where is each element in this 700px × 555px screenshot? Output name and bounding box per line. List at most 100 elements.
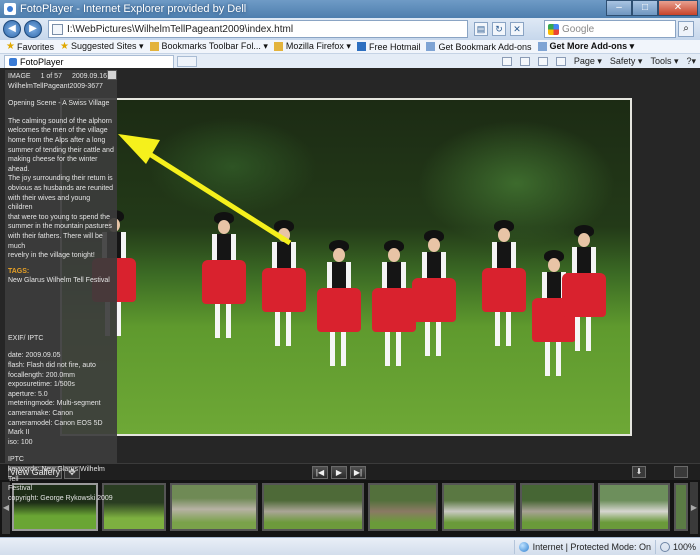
favorites-star-icon: ★: [6, 41, 15, 52]
panel-toggle-button[interactable]: [107, 70, 117, 80]
window-controls: – □ ✕: [606, 0, 698, 16]
fav-label: Suggested Sites ▾: [70, 41, 144, 51]
favorites-button[interactable]: ★ Favorites: [6, 41, 54, 52]
tab-page-icon: [9, 57, 17, 66]
description-line: with their wives and young children: [8, 194, 91, 212]
info-panel: IMAGE 1 of 57 2009.09.16 WilhelmTellPage…: [5, 70, 117, 502]
favorites-bar: ★ Favorites ★ Suggested Sites ▾ Bookmark…: [0, 40, 700, 54]
exif-line: date: 2009.09.05: [8, 352, 61, 360]
status-bar: Internet | Protected Mode: On 100%: [0, 537, 700, 555]
page-icon: [52, 23, 63, 35]
address-toolbar: ◀ ▶ I:\WebPictures\WilhelmTellPageant200…: [0, 18, 700, 40]
exif-line: aperture: 5.0: [8, 390, 48, 398]
caption-description: The calming sound of the alphorn welcomes…: [8, 117, 114, 261]
fav-suggested-sites[interactable]: ★ Suggested Sites ▾: [60, 41, 144, 52]
description-line: summer of tending their cattle and: [8, 146, 114, 154]
fav-label: Mozilla Firefox ▾: [285, 41, 351, 51]
image-filename: WilhelmTellPageant2009-3677: [8, 82, 103, 90]
home-icon[interactable]: [501, 56, 512, 66]
thumbnail[interactable]: [598, 483, 670, 531]
main-photo[interactable]: [62, 100, 630, 434]
description-line: with their fathers. There will be much: [8, 232, 103, 250]
window-titlebar: FotoPlayer - Internet Explorer provided …: [0, 0, 700, 18]
minimize-button[interactable]: –: [606, 0, 632, 16]
stop-icon[interactable]: ✕: [510, 22, 524, 36]
iptc-list: keywords: New Glarus Wilhelm Tell Festiva…: [8, 465, 114, 503]
new-tab-button[interactable]: [177, 55, 197, 67]
playback-controls: |◀ ▶ ▶|: [312, 466, 366, 479]
thumbnail[interactable]: [674, 483, 688, 531]
msn-icon: [356, 42, 366, 51]
tags-value: New Glarus Wilhelm Tell Festival: [8, 277, 110, 285]
help-menu[interactable]: ?▾: [686, 56, 696, 67]
tab-bar: FotoPlayer Page ▾ Safety ▾ Tools ▾ ?▾: [0, 54, 700, 68]
thumbnail[interactable]: [262, 483, 364, 531]
tab-fotoplayer[interactable]: FotoPlayer: [4, 54, 174, 68]
fullscreen-icon[interactable]: [674, 466, 688, 478]
image-label: IMAGE: [8, 73, 31, 80]
scroll-right-icon[interactable]: ▶: [690, 482, 698, 534]
forward-button[interactable]: ▶: [24, 20, 42, 38]
ie-icon: [4, 3, 16, 15]
exif-line: focallength: 200.0mm: [8, 371, 75, 379]
zoom-label: 100%: [672, 541, 696, 552]
previous-icon[interactable]: |◀: [312, 466, 328, 479]
page-menu[interactable]: Page ▾: [574, 56, 602, 67]
fav-get-more-addons[interactable]: Get More Add-ons ▾: [537, 41, 635, 52]
back-button[interactable]: ◀: [3, 20, 21, 38]
security-zone[interactable]: Internet | Protected Mode: On: [513, 539, 655, 554]
fav-label: Get More Add-ons ▾: [549, 41, 635, 51]
fav-label: Bookmarks Toolbar Fol... ▾: [161, 41, 268, 51]
download-icon[interactable]: ⬇: [632, 466, 646, 478]
image-header: IMAGE 1 of 57 2009.09.16: [8, 72, 114, 82]
feeds-icon[interactable]: [519, 56, 530, 66]
address-actions: ▤ ↻ ✕: [474, 22, 524, 36]
compatibility-icon[interactable]: ▤: [474, 22, 488, 36]
iptc-label: IPTC: [8, 456, 24, 464]
exif-line: iso: 100: [8, 438, 33, 446]
description-line: welcomes the men of the village: [8, 127, 108, 135]
exif-label: EXIF/ IPTC: [8, 334, 44, 342]
maximize-button[interactable]: □: [632, 0, 658, 16]
photo-frame: [60, 98, 632, 436]
page-icon: [426, 42, 436, 51]
google-icon: [548, 23, 559, 35]
description-line: that were too young to spend the: [8, 213, 110, 221]
thumbnail[interactable]: [520, 483, 594, 531]
addons-icon: [537, 42, 547, 51]
thumbnail[interactable]: [368, 483, 438, 531]
tools-menu[interactable]: Tools ▾: [650, 56, 678, 67]
play-icon[interactable]: ▶: [331, 466, 347, 479]
fav-get-bookmark-addons[interactable]: Get Bookmark Add-ons: [426, 42, 532, 52]
exif-line: cameramake: Canon: [8, 410, 73, 418]
address-url: I:\WebPictures\WilhelmTellPageant2009\in…: [67, 23, 294, 35]
search-input[interactable]: Google: [544, 20, 676, 38]
zoom-control[interactable]: 100%: [654, 539, 700, 554]
safety-menu[interactable]: Safety ▾: [610, 56, 643, 67]
description-line: home from the Alps after a long: [8, 136, 106, 144]
iptc-line: keywords: New Glarus Wilhelm Tell: [8, 466, 105, 483]
print-icon[interactable]: [555, 56, 566, 66]
fav-label: Free Hotmail: [368, 41, 421, 52]
tab-label: FotoPlayer: [20, 56, 64, 67]
search-placeholder: Google: [562, 23, 595, 35]
image-date: 2009.09.16: [71, 73, 108, 80]
folder-icon: [273, 42, 283, 51]
thumbnail[interactable]: [442, 483, 516, 531]
zone-label: Internet | Protected Mode: On: [532, 541, 651, 552]
close-button[interactable]: ✕: [658, 0, 698, 16]
description-line: summer in the mountain pastures: [8, 223, 112, 231]
address-input[interactable]: I:\WebPictures\WilhelmTellPageant2009\in…: [48, 20, 468, 38]
next-icon[interactable]: ▶|: [350, 466, 366, 479]
folder-icon: [149, 42, 159, 51]
fav-bookmarks-toolbar[interactable]: Bookmarks Toolbar Fol... ▾: [149, 41, 268, 52]
search-icon[interactable]: ⌕: [678, 21, 694, 37]
mail-icon[interactable]: [537, 56, 548, 66]
description-line: The joy surrounding their return is: [8, 175, 113, 183]
zoom-icon: [659, 541, 670, 552]
refresh-icon[interactable]: ↻: [492, 22, 506, 36]
thumbnail[interactable]: [170, 483, 258, 531]
fav-mozilla-firefox[interactable]: Mozilla Firefox ▾: [273, 41, 351, 52]
fav-free-hotmail[interactable]: Free Hotmail: [356, 41, 421, 52]
globe-icon: [518, 541, 529, 552]
